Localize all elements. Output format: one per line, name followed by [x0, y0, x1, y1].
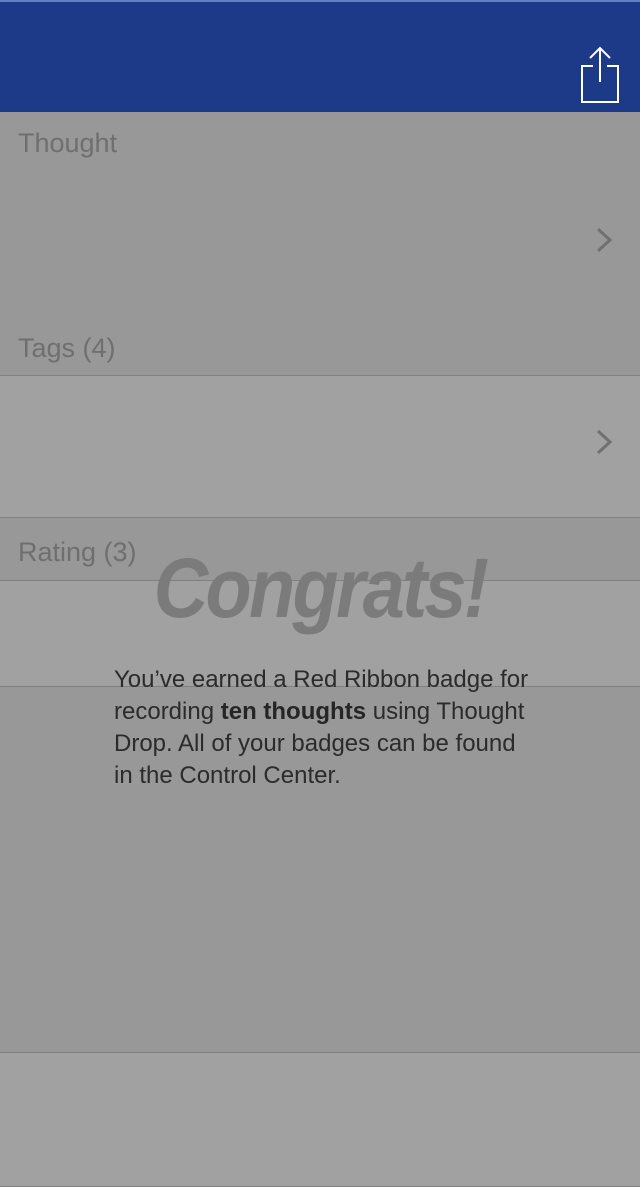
bottom-row[interactable]	[0, 1052, 640, 1187]
share-button[interactable]	[576, 44, 624, 104]
chevron-right-icon	[596, 227, 613, 253]
chevron-right-icon	[596, 429, 613, 455]
tags-row[interactable]	[0, 375, 640, 518]
badge-message-bold: ten thoughts	[220, 698, 367, 725]
navigation-bar	[0, 0, 640, 112]
thought-section-label: Thought	[18, 128, 118, 158]
tags-section-label: Tags (4)	[18, 333, 116, 363]
congrats-title: Congrats!	[153, 541, 489, 635]
share-icon	[581, 46, 619, 103]
badge-message: You’ve earned a Red Ribbon badge for rec…	[114, 664, 534, 792]
thought-row[interactable]	[0, 170, 640, 310]
